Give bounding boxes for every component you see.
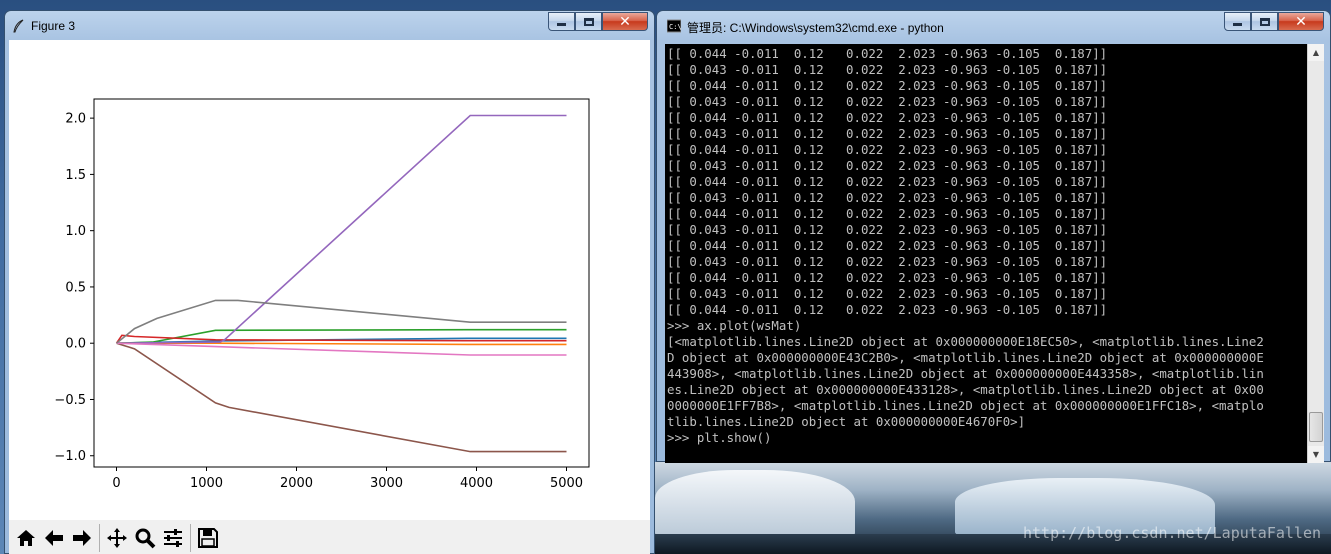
series-line-6 [116, 342, 567, 453]
cmd-icon: C:\ [667, 19, 681, 33]
y-tick-label: 1.0 [65, 224, 86, 239]
x-tick-label: 0 [112, 476, 120, 491]
close-icon: ✕ [1295, 13, 1307, 30]
axes-frame [93, 98, 590, 468]
window-title: 管理员: C:\Windows\system32\cmd.exe - pytho… [687, 21, 944, 35]
window-controls: ✕ [1224, 12, 1324, 31]
toolbar-separator [99, 523, 100, 552]
feather-icon [13, 19, 24, 33]
console-line: [<matplotlib.lines.Line2D object at 0x00… [667, 334, 1264, 349]
minimize-button[interactable] [1224, 12, 1251, 31]
console-line: [[ 0.043 -0.011 0.12 0.022 2.023 -0.963 … [667, 254, 1108, 269]
maximize-button[interactable] [575, 12, 602, 31]
y-tick-label: 0.5 [65, 280, 86, 295]
close-button[interactable]: ✕ [1278, 12, 1324, 31]
console-line: [[ 0.043 -0.011 0.12 0.022 2.023 -0.963 … [667, 126, 1108, 141]
console-line: [[ 0.043 -0.011 0.12 0.022 2.023 -0.963 … [667, 222, 1108, 237]
y-tick-label: 0.0 [65, 337, 86, 352]
y-tick-label: 2.0 [65, 112, 86, 127]
svg-text:C:\: C:\ [669, 23, 681, 31]
x-tick-label: 3000 [370, 476, 403, 491]
console-output[interactable]: [[ 0.044 -0.011 0.12 0.022 2.023 -0.963 … [667, 46, 1307, 461]
window-title: Figure 3 [31, 19, 76, 33]
x-tick-label: 5000 [550, 476, 583, 491]
console-line: [[ 0.044 -0.011 0.12 0.022 2.023 -0.963 … [667, 238, 1108, 253]
series-line-5 [116, 114, 567, 344]
console-line: >>> plt.show() [667, 430, 772, 445]
toolbar-separator [190, 523, 191, 552]
window-controls: ✕ [548, 12, 648, 31]
console-titlebar[interactable]: C:\ 管理员: C:\Windows\system32\cmd.exe - p… [657, 11, 1330, 41]
console-line: >>> ax.plot(wsMat) [667, 318, 802, 333]
console-line: D object at 0x000000000E43C2B0>, <matplo… [667, 350, 1264, 365]
scroll-down-button[interactable]: ▼ [1308, 446, 1324, 463]
figure-canvas-area: 0 1000 2000 3000 4000 5000 −1.0 −0.5 0.0 0.5 1.0 1.… [9, 40, 650, 554]
scroll-up-button[interactable]: ▲ [1308, 44, 1324, 61]
close-button[interactable]: ✕ [602, 12, 648, 31]
close-icon: ✕ [619, 13, 631, 30]
x-tick-label: 2000 [280, 476, 313, 491]
back-icon [45, 529, 63, 546]
minimize-button[interactable] [548, 12, 575, 31]
pan-icon [107, 527, 127, 548]
pan-button[interactable] [103, 523, 131, 552]
forward-button[interactable] [68, 523, 96, 552]
console-line: [[ 0.044 -0.011 0.12 0.022 2.023 -0.963 … [667, 174, 1108, 189]
console-line: [[ 0.043 -0.011 0.12 0.022 2.023 -0.963 … [667, 286, 1108, 301]
console-line: 0000000E1FF7B8>, <matplotlib.lines.Line2… [667, 398, 1264, 413]
vertical-scrollbar[interactable]: ▲ ▼ [1307, 44, 1324, 463]
save-icon [198, 527, 218, 548]
console-line: [[ 0.044 -0.011 0.12 0.022 2.023 -0.963 … [667, 110, 1108, 125]
console-line: [[ 0.044 -0.011 0.12 0.022 2.023 -0.963 … [667, 78, 1108, 93]
minimize-icon [557, 23, 566, 26]
desktop-background: http://blog.csdn.net/LaputaFallen [655, 462, 1331, 554]
configure-subplots-button[interactable] [159, 523, 187, 552]
iceberg-left [655, 470, 855, 540]
console-area[interactable]: [[ 0.044 -0.011 0.12 0.022 2.023 -0.963 … [665, 44, 1324, 463]
maximize-icon [583, 17, 594, 26]
console-line: [[ 0.043 -0.011 0.12 0.022 2.023 -0.963 … [667, 62, 1108, 77]
configure-subplots-icon [164, 528, 182, 547]
save-button[interactable] [194, 523, 222, 552]
line-chart[interactable]: 0 1000 2000 3000 4000 5000 −1.0 −0.5 0.0 0.5 1.0 1.… [9, 40, 650, 520]
zoom-button[interactable] [131, 523, 159, 552]
y-tick-label: −1.0 [54, 449, 86, 464]
console-window: C:\ 管理员: C:\Windows\system32\cmd.exe - p… [656, 10, 1331, 463]
console-line: [[ 0.044 -0.011 0.12 0.022 2.023 -0.963 … [667, 270, 1108, 285]
forward-icon [73, 529, 91, 546]
series-line-2 [116, 342, 567, 346]
minimize-icon [1233, 23, 1242, 26]
console-line: es.Line2D object at 0x000000000E433128>,… [667, 382, 1264, 397]
watermark: http://blog.csdn.net/LaputaFallen [1022, 524, 1321, 542]
console-line: [[ 0.044 -0.011 0.12 0.022 2.023 -0.963 … [667, 206, 1108, 221]
scroll-down-icon: ▼ [1312, 450, 1320, 459]
navigation-toolbar [9, 520, 650, 554]
console-line: 443908>, <matplotlib.lines.Line2D object… [667, 366, 1264, 381]
x-tick-label: 4000 [460, 476, 493, 491]
y-tick-label: 1.5 [65, 168, 86, 183]
console-line: [[ 0.043 -0.011 0.12 0.022 2.023 -0.963 … [667, 94, 1108, 109]
scrollbar-thumb[interactable] [1309, 412, 1323, 442]
console-line: [[ 0.044 -0.011 0.12 0.022 2.023 -0.963 … [667, 302, 1108, 317]
figure-window: Figure 3 ✕ 0 1000 2000 3000 4000 5000 −1.0 −0.5… [4, 10, 655, 554]
y-tick-label: −0.5 [54, 393, 86, 408]
console-line: [[ 0.044 -0.011 0.12 0.022 2.023 -0.963 … [667, 142, 1108, 157]
home-icon [17, 529, 35, 546]
console-line: [[ 0.044 -0.011 0.12 0.022 2.023 -0.963 … [667, 46, 1108, 61]
console-line: tlib.lines.Line2D object at 0x000000000E… [667, 414, 1026, 429]
zoom-icon [135, 528, 156, 548]
x-tick-label: 1000 [190, 476, 223, 491]
maximize-button[interactable] [1251, 12, 1278, 31]
console-line: [[ 0.043 -0.011 0.12 0.022 2.023 -0.963 … [667, 158, 1108, 173]
back-button[interactable] [40, 523, 68, 552]
scroll-up-icon: ▲ [1312, 48, 1320, 57]
console-line: [[ 0.043 -0.011 0.12 0.022 2.023 -0.963 … [667, 190, 1108, 205]
home-button[interactable] [12, 523, 40, 552]
figure-titlebar[interactable]: Figure 3 ✕ [5, 11, 654, 41]
maximize-icon [1259, 17, 1270, 26]
